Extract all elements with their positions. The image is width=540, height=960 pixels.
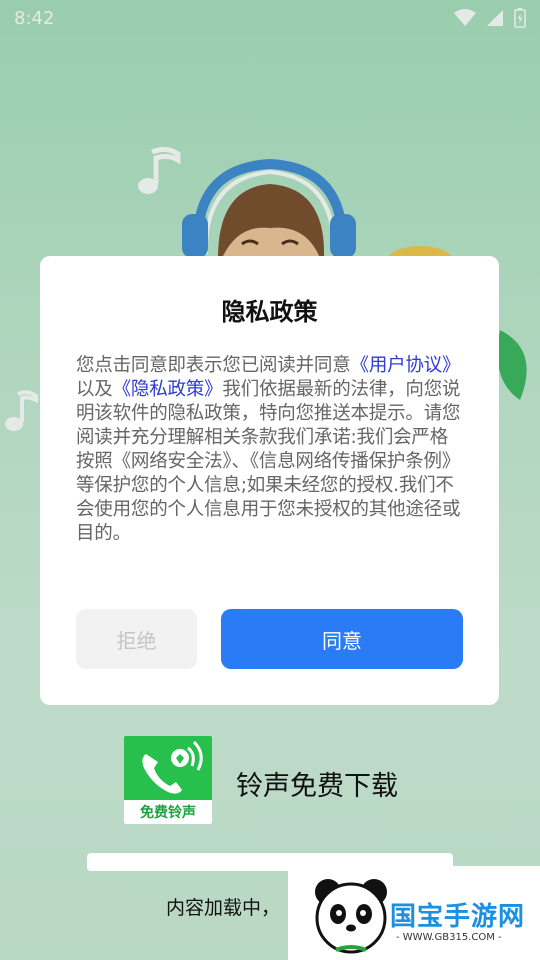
app-logo: 免费铃声 (124, 736, 212, 824)
watermark-url: - WWW.GB315.COM - (396, 932, 502, 943)
privacy-dialog: 隐私政策 您点击同意即表示您已阅读并同意《用户协议》以及《隐私政策》我们依据最新… (40, 256, 499, 705)
body-and: 以及 (76, 379, 113, 400)
dialog-title: 隐私政策 (221, 298, 318, 326)
phone-icon (142, 740, 203, 794)
app-name: 铃声免费下载 (236, 771, 398, 802)
body-rest: 我们依据最新的法律，向您说明该软件的隐私政策，特向您推送本提示。请您阅读并充分理… (76, 379, 461, 544)
app-logo-text: 免费铃声 (124, 800, 212, 824)
agree-button[interactable]: 同意 (221, 609, 463, 669)
body-intro: 您点击同意即表示您已阅读并同意 (76, 355, 351, 376)
watermark-title: 国宝手游网 (390, 902, 526, 932)
watermark: 国宝手游网 - WWW.GB315.COM - (288, 866, 540, 960)
loading-text: 内容加载中， (166, 897, 281, 919)
reject-button[interactable]: 拒绝 (76, 609, 197, 669)
panda-logo-icon (315, 879, 387, 954)
user-agreement-link[interactable]: 《用户协议》 (351, 355, 461, 376)
privacy-policy-link[interactable]: 《隐私政策》 (113, 379, 223, 400)
dialog-body: 您点击同意即表示您已阅读并同意《用户协议》以及《隐私政策》我们依据最新的法律，向… (76, 354, 463, 546)
